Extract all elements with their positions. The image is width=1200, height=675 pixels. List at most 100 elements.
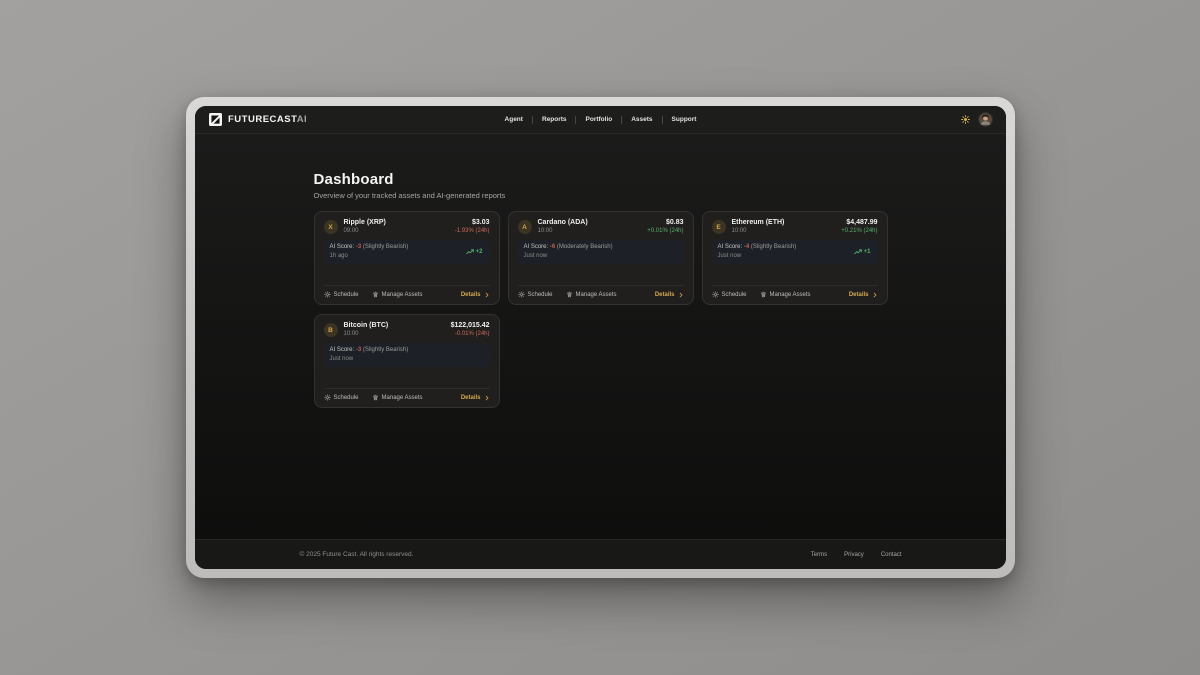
ai-score-line: AI Score: -6 (Moderately Bearish) (524, 244, 678, 250)
gear-icon (712, 291, 719, 298)
ai-score-value: -3 (356, 244, 361, 250)
details-label: Details (849, 292, 869, 298)
manage-assets-button[interactable]: Manage Assets (372, 291, 423, 298)
asset-name: Cardano (ADA) (538, 219, 588, 226)
ai-sentiment: (Slightly Bearish) (751, 244, 796, 250)
asset-card-actions: Schedule Manage Assets Details (324, 285, 490, 298)
asset-initial: B (328, 327, 333, 334)
ai-score-line: AI Score: -3 (Slightly Bearish) (330, 244, 484, 250)
manage-assets-button[interactable]: Manage Assets (760, 291, 811, 298)
chevron-right-icon (484, 292, 490, 298)
asset-price: $0.83 (647, 219, 683, 226)
ai-sentiment: (Slightly Bearish) (363, 347, 408, 353)
nav-item-support[interactable]: Support (672, 116, 697, 123)
asset-initial-badge: E (712, 220, 726, 234)
price-change: -0.01% (24h) (451, 331, 490, 337)
asset-price: $3.03 (455, 219, 490, 226)
manage-assets-label: Manage Assets (382, 395, 423, 401)
asset-card: X Ripple (XRP) 09:00 $3.03 -1.93% (24h) … (314, 211, 500, 305)
asset-identity: Cardano (ADA) 10:00 (538, 219, 588, 234)
asset-card-actions: Schedule Manage Assets Details (712, 285, 878, 298)
gear-icon (324, 291, 331, 298)
manage-assets-label: Manage Assets (382, 292, 423, 298)
nav-item-reports[interactable]: Reports (542, 116, 567, 123)
trash-icon (566, 291, 573, 298)
footer-link-terms[interactable]: Terms (811, 552, 827, 558)
footer-links: Terms Privacy Contact (811, 552, 902, 558)
trend-badge: +1 (854, 248, 871, 256)
brand-logo[interactable]: FUTURECASTAI (209, 113, 307, 126)
manage-assets-button[interactable]: Manage Assets (372, 394, 423, 401)
asset-card: E Ethereum (ETH) 10:00 $4,487.99 +0.21% … (702, 211, 888, 305)
asset-time: 09:00 (344, 228, 386, 234)
asset-initial-badge: A (518, 220, 532, 234)
app-window: FUTURECASTAI Agent Reports Portfolio Ass… (195, 106, 1006, 569)
ai-updated-time: 1h ago (330, 253, 484, 259)
details-button[interactable]: Details (655, 292, 684, 298)
nav-separator (621, 116, 622, 124)
schedule-button[interactable]: Schedule (712, 291, 747, 298)
chevron-right-icon (678, 292, 684, 298)
schedule-button[interactable]: Schedule (324, 291, 359, 298)
asset-price: $122,015.42 (451, 322, 490, 329)
asset-card-actions: Schedule Manage Assets Details (324, 388, 490, 401)
nav-item-agent[interactable]: Agent (505, 116, 523, 123)
asset-price-block: $4,487.99 +0.21% (24h) (841, 219, 877, 234)
schedule-label: Schedule (722, 292, 747, 298)
asset-grid: X Ripple (XRP) 09:00 $3.03 -1.93% (24h) … (314, 211, 888, 408)
asset-card-header: A Cardano (ADA) 10:00 $0.83 +0.01% (24h) (518, 219, 684, 234)
theme-toggle-button[interactable] (961, 115, 970, 124)
ai-score-label: AI Score: (330, 347, 355, 353)
schedule-label: Schedule (528, 292, 553, 298)
details-button[interactable]: Details (461, 292, 490, 298)
page-subtitle: Overview of your tracked assets and AI-g… (314, 191, 888, 200)
user-avatar-image (979, 113, 992, 126)
footer-link-contact[interactable]: Contact (881, 552, 902, 558)
ai-score-panel: AI Score: -6 (Moderately Bearish) Just n… (518, 240, 684, 264)
trending-up-icon (854, 248, 862, 256)
nav-separator (532, 116, 533, 124)
ai-updated-time: Just now (524, 253, 678, 259)
chevron-right-icon (872, 292, 878, 298)
ai-score-line: AI Score: -4 (Slightly Bearish) (718, 244, 872, 250)
user-avatar[interactable] (979, 113, 992, 126)
asset-initial: E (716, 224, 720, 231)
details-label: Details (461, 292, 481, 298)
asset-name: Ripple (XRP) (344, 219, 386, 226)
footer-link-privacy[interactable]: Privacy (844, 552, 864, 558)
schedule-label: Schedule (334, 292, 359, 298)
ai-sentiment: (Slightly Bearish) (363, 244, 408, 250)
asset-price-block: $0.83 +0.01% (24h) (647, 219, 683, 234)
asset-initial: A (522, 224, 527, 231)
trend-badge: +2 (466, 248, 483, 256)
asset-name: Bitcoin (BTC) (344, 322, 389, 329)
trend-delta: +2 (476, 249, 483, 255)
ai-sentiment: (Moderately Bearish) (557, 244, 613, 250)
brand-name: FUTURECASTAI (228, 114, 307, 125)
details-button[interactable]: Details (461, 395, 490, 401)
nav-item-portfolio[interactable]: Portfolio (586, 116, 613, 123)
topbar-actions (961, 113, 992, 126)
ai-score-panel: AI Score: -3 (Slightly Bearish) Just now (324, 343, 490, 367)
manage-assets-button[interactable]: Manage Assets (566, 291, 617, 298)
manage-assets-label: Manage Assets (770, 292, 811, 298)
details-button[interactable]: Details (849, 292, 878, 298)
asset-time: 10:00 (538, 228, 588, 234)
ai-score-panel: AI Score: -3 (Slightly Bearish) 1h ago +… (324, 240, 490, 264)
asset-card-header: E Ethereum (ETH) 10:00 $4,487.99 +0.21% … (712, 219, 878, 234)
schedule-button[interactable]: Schedule (518, 291, 553, 298)
price-change: +0.21% (24h) (841, 228, 877, 234)
main-content: Dashboard Overview of your tracked asset… (195, 134, 1006, 539)
top-navigation-bar: FUTURECASTAI Agent Reports Portfolio Ass… (195, 106, 1006, 134)
nav-item-assets[interactable]: Assets (631, 116, 652, 123)
chevron-right-icon (484, 395, 490, 401)
asset-time: 10:00 (344, 331, 389, 337)
asset-identity: Ripple (XRP) 09:00 (344, 219, 386, 234)
trash-icon (760, 291, 767, 298)
trash-icon (372, 394, 379, 401)
page-title: Dashboard (314, 171, 888, 188)
futurecast-logo-icon (209, 113, 222, 126)
asset-initial: X (328, 224, 332, 231)
price-change: +0.01% (24h) (647, 228, 683, 234)
schedule-button[interactable]: Schedule (324, 394, 359, 401)
